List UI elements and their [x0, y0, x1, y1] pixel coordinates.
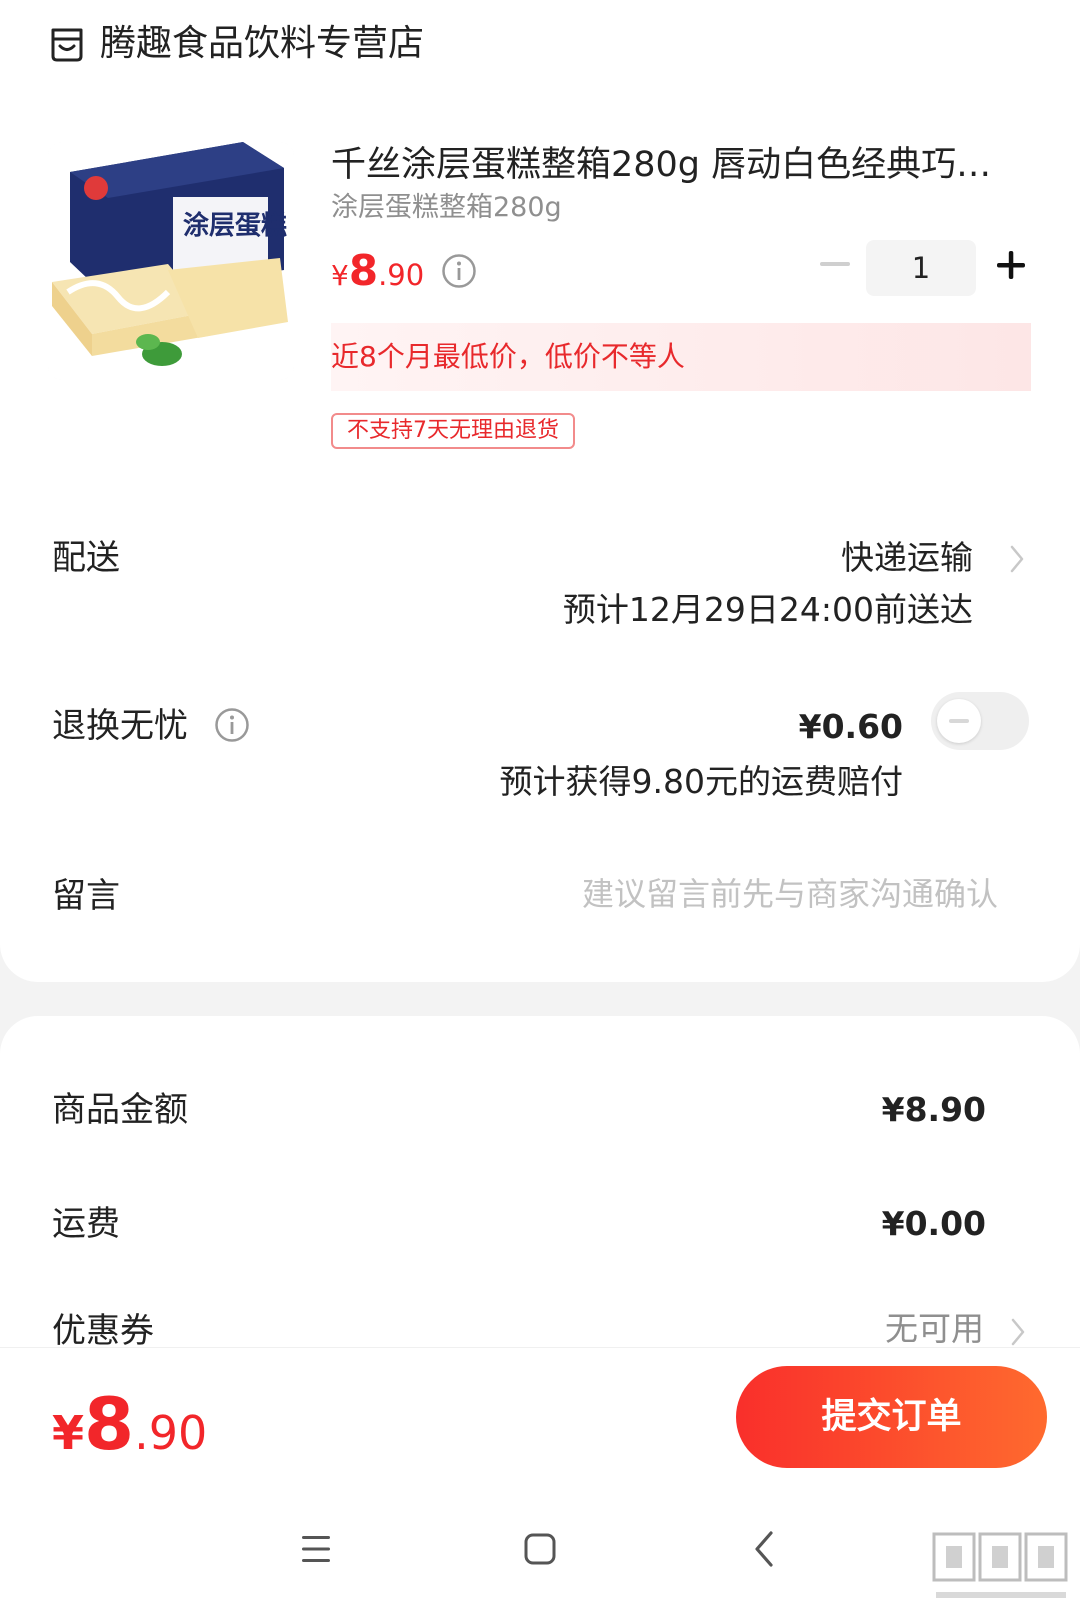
price-info-icon[interactable]	[441, 253, 477, 289]
product-spec: 涂层蛋糕整箱280g	[331, 192, 562, 223]
return-insurance-toggle[interactable]	[931, 692, 1029, 750]
return-info-icon[interactable]	[214, 707, 250, 743]
submit-order-button[interactable]: 提交订单	[736, 1366, 1047, 1468]
home-icon[interactable]	[510, 1519, 570, 1579]
product-price: ¥8.90	[331, 246, 425, 295]
coupon-value[interactable]: 无可用	[885, 1305, 984, 1353]
shipping-fee-label: 运费	[52, 1204, 120, 1244]
store-name[interactable]: 腾趣食品饮料专营店	[100, 18, 424, 70]
goods-amount-label: 商品金额	[52, 1090, 188, 1130]
no-return-tag: 不支持7天无理由退货	[331, 413, 575, 449]
message-label: 留言	[52, 876, 120, 916]
return-insurance-label: 退换无忧	[52, 706, 188, 746]
delivery-method[interactable]: 快递运输	[841, 534, 973, 582]
quantity-value[interactable]: 1	[866, 240, 976, 296]
chevron-right-icon[interactable]	[1007, 542, 1027, 576]
delivery-estimate: 预计12月29日24:00前送达	[562, 590, 973, 629]
lowest-price-banner: 近8个月最低价，低价不等人	[331, 323, 1031, 391]
return-insurance-price: ¥0.60	[798, 707, 903, 746]
shipping-fee-value: ¥0.00	[881, 1204, 986, 1243]
product-image[interactable]: 涂层蛋糕	[48, 142, 294, 380]
goods-amount-value: ¥8.90	[881, 1090, 986, 1129]
menu-icon[interactable]	[286, 1519, 346, 1579]
coupon-chevron-icon[interactable]	[1008, 1315, 1028, 1349]
total-price: ¥8.90	[52, 1382, 208, 1466]
toggle-knob	[937, 699, 981, 743]
message-input[interactable]	[438, 870, 998, 918]
back-icon[interactable]	[736, 1519, 796, 1579]
watermark-logo	[932, 1532, 1068, 1598]
product-title[interactable]: 千丝涂层蛋糕整箱280g 唇动白色经典巧克力涂层蛋糕	[331, 140, 1011, 190]
quantity-increase-button[interactable]	[992, 246, 1030, 284]
quantity-decrease-button[interactable]	[812, 250, 858, 278]
delivery-label: 配送	[52, 538, 120, 578]
return-insurance-estimate: 预计获得9.80元的运费赔付	[499, 762, 903, 801]
product-box-label: 涂层蛋糕	[183, 210, 287, 241]
store-icon	[51, 28, 83, 62]
